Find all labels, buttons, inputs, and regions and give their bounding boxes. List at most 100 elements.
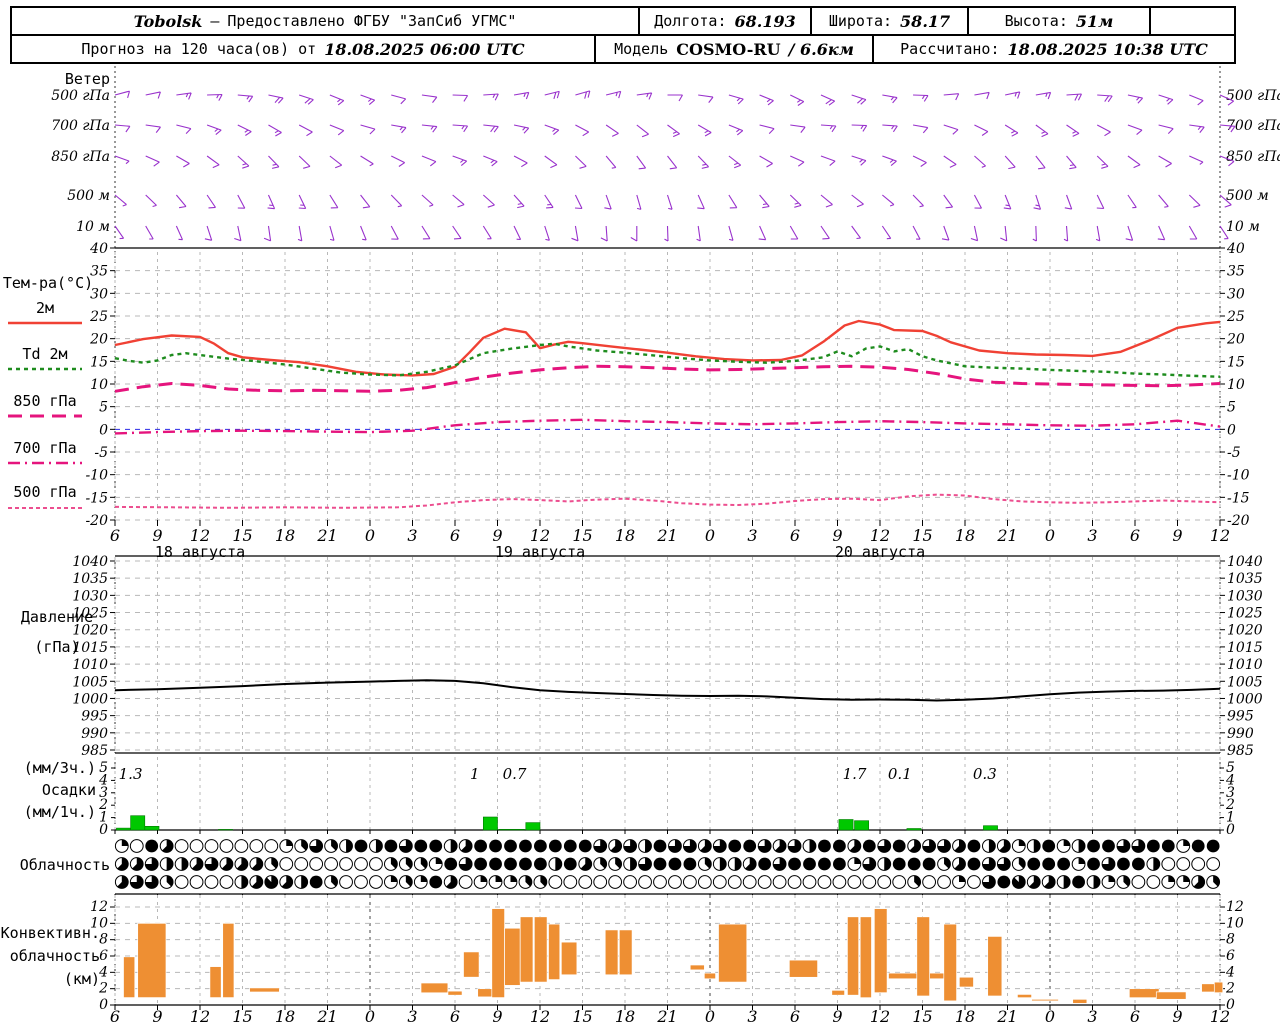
pressure-tick-right: 1015 xyxy=(1227,640,1263,656)
wind-barb xyxy=(1004,124,1019,137)
title-separator: — xyxy=(210,12,220,30)
wind-barb xyxy=(881,225,892,240)
wind-barb xyxy=(204,225,213,241)
altitude-label: Высота: xyxy=(1004,12,1068,30)
wind-barb xyxy=(452,124,469,133)
wind-barb xyxy=(237,155,250,169)
temp-tick-left: 10 xyxy=(90,377,108,393)
cloud-cover-symbol xyxy=(697,875,712,889)
convective-bar xyxy=(916,916,930,997)
wind-barb xyxy=(575,155,587,169)
convective-label-2: облачность xyxy=(10,947,100,965)
cloud-cover-symbol xyxy=(922,857,936,871)
precip-bar xyxy=(116,827,131,831)
wind-level-label-right: 850 гПа xyxy=(1226,149,1280,165)
wind-barb xyxy=(636,194,642,210)
wind-barb xyxy=(789,225,799,240)
cloud-cover-symbol xyxy=(668,875,682,889)
wind-barb xyxy=(237,194,246,209)
cloud-cover-symbol xyxy=(414,839,428,853)
cloud-cover-symbol xyxy=(772,875,787,889)
wind-barb xyxy=(298,155,311,169)
cloud-cover-symbol xyxy=(593,875,608,889)
wind-level-label-right: 10 м xyxy=(1226,219,1260,235)
cloud-cover-symbol xyxy=(189,875,204,889)
cloud-cover-symbol xyxy=(189,839,204,853)
temp-tick-left: 15 xyxy=(90,354,108,370)
hour-label-bottom: 12 xyxy=(1210,1007,1230,1024)
temp-tick-left: -15 xyxy=(85,490,108,506)
wind-barb xyxy=(206,124,222,136)
wind-barb xyxy=(1000,225,1008,242)
wind-barb xyxy=(1063,225,1069,242)
provider-name: Предоставлено ФГБУ "ЗапСиб УГМС" xyxy=(227,12,517,30)
wind-barb xyxy=(145,124,161,133)
temp-tick-right: 25 xyxy=(1226,309,1245,325)
precip-bar xyxy=(525,822,541,831)
latitude-label: Широта: xyxy=(828,12,893,30)
longitude-value: 68.193 xyxy=(734,11,796,31)
wind-barb xyxy=(482,194,495,208)
cloud-cover-fill xyxy=(1018,839,1026,846)
pressure-panel: 1040 10401035 10351030 10301025 10251020 1020… xyxy=(21,554,1263,759)
hour-label-top: 6 xyxy=(110,526,120,545)
cloud-cover-symbol xyxy=(519,839,532,853)
temp-tick-right: -15 xyxy=(1227,490,1250,506)
cloud-cover-fill xyxy=(435,857,443,864)
wind-barb xyxy=(237,124,252,136)
temp-tick-right: 5 xyxy=(1227,400,1236,416)
wind-barb xyxy=(1127,124,1143,136)
wind-barb xyxy=(145,194,157,208)
wind-barb xyxy=(912,194,924,208)
cloud-cover-symbol xyxy=(219,875,234,889)
wind-level-label-left: 500 м xyxy=(67,188,110,204)
precip-bar xyxy=(983,825,998,831)
cloud-cover-symbol xyxy=(1161,839,1175,853)
wind-barb xyxy=(329,225,335,241)
cloud-cover-symbol xyxy=(1146,839,1160,853)
hour-label-bottom: 9 xyxy=(832,1007,842,1024)
precip-value-label: 0.3 xyxy=(973,765,997,783)
cloud-cover-fill xyxy=(630,857,637,871)
wind-barb xyxy=(943,124,959,135)
station-name: Tobolsk xyxy=(133,11,203,31)
wind-barb xyxy=(1096,194,1105,210)
convective-bar xyxy=(548,923,561,980)
hour-label-top: 0 xyxy=(365,526,375,545)
convective-bar xyxy=(943,923,957,1002)
longitude-cell: Долгота: 68.193 xyxy=(640,8,812,34)
wind-barb xyxy=(360,124,376,135)
convective-tick-right: 8 xyxy=(1226,932,1235,948)
cloud-cover-fill xyxy=(1153,857,1160,871)
cloud-cover-symbol xyxy=(563,857,577,871)
wind-barb xyxy=(234,225,242,242)
convective-bar xyxy=(249,987,280,993)
wind-barb xyxy=(1189,124,1205,133)
cloud-cover-symbol xyxy=(758,857,772,871)
hour-label-top: 0 xyxy=(705,526,715,545)
header-forecast-row: Прогноз на 120 часа(ов) от 18.08.2025 06… xyxy=(12,36,1234,62)
hour-label-bottom: 12 xyxy=(870,1007,890,1024)
longitude-label: Долгота: xyxy=(654,12,727,30)
hour-label-bottom: 0 xyxy=(705,1007,715,1024)
wind-barb xyxy=(1127,155,1141,169)
cloud-cover-symbol xyxy=(653,839,667,853)
wind-barb xyxy=(114,194,127,207)
wind-barb xyxy=(789,194,802,208)
wind-barb xyxy=(513,155,528,168)
wind-barb xyxy=(1035,91,1052,100)
wind-barb xyxy=(882,194,895,207)
cloud-cover-symbol xyxy=(937,875,951,889)
cloud-cover-symbol xyxy=(578,839,592,853)
pressure-tick-right: 1040 xyxy=(1227,554,1263,570)
wind-barb xyxy=(664,225,669,242)
wind-barb xyxy=(912,225,921,240)
wind-barb xyxy=(943,155,957,168)
cloud-cover-symbol xyxy=(1057,857,1071,871)
wind-barb xyxy=(297,225,303,242)
cloud-cover-symbol xyxy=(787,875,802,889)
hour-label-bottom: 15 xyxy=(572,1007,592,1024)
legend-label: 850 гПа xyxy=(13,392,76,410)
temp-tick-left: 5 xyxy=(99,400,108,416)
wind-barb xyxy=(1189,155,1204,165)
